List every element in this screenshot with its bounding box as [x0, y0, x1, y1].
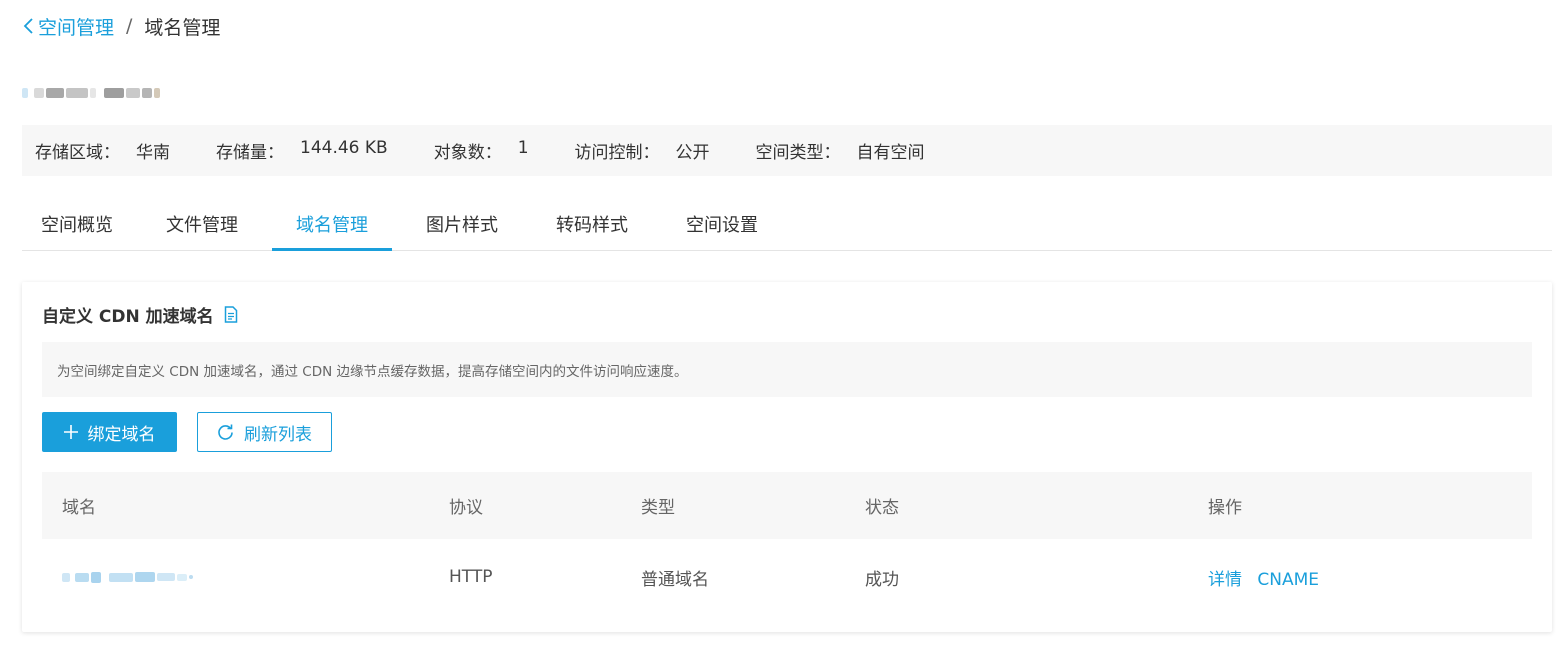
tab-file-management[interactable]: 文件管理: [142, 198, 262, 250]
refresh-list-label: 刷新列表: [244, 424, 312, 445]
info-label: 空间类型：: [755, 143, 841, 163]
bind-domain-button[interactable]: 绑定域名: [42, 412, 177, 452]
tab-overview[interactable]: 空间概览: [22, 198, 132, 250]
info-value: 144.46 KB: [300, 138, 388, 158]
plus-icon: [63, 425, 78, 439]
breadcrumb-back-label: 空间管理: [38, 16, 115, 39]
domain-name-redacted: [62, 571, 193, 583]
header-actions: 操作: [1208, 498, 1242, 518]
info-label: 对象数：: [433, 143, 502, 163]
domain-table: 域名 协议 类型 状态 操作 HTTP 普通域名 成功 详情 CNAME: [42, 472, 1532, 615]
breadcrumb-separator: /: [126, 15, 133, 37]
table-header: 域名 协议 类型 状态 操作: [42, 472, 1532, 539]
tab-bucket-settings[interactable]: 空间设置: [662, 198, 782, 250]
panel-title-text: 自定义 CDN 加速域名: [42, 306, 214, 327]
refresh-icon: [218, 424, 233, 440]
header-protocol: 协议: [449, 498, 483, 518]
info-label: 存储量：: [216, 143, 284, 163]
info-object-count: 对象数： 1: [434, 138, 529, 163]
panel-notice: 为空间绑定自定义 CDN 加速域名，通过 CDN 边缘节点缓存数据，提高存储空间…: [42, 342, 1532, 397]
info-storage: 存储量： 144.46 KB: [216, 138, 388, 163]
info-label: 访问控制：: [574, 143, 660, 163]
breadcrumb-current: 域名管理: [144, 16, 221, 39]
cell-type: 普通域名: [641, 569, 709, 590]
document-icon[interactable]: [224, 305, 238, 323]
tab-transcode-styles[interactable]: 转码样式: [532, 198, 652, 250]
header-domain: 域名: [62, 498, 96, 518]
header-status: 状态: [865, 498, 899, 518]
bind-domain-label: 绑定域名: [87, 424, 156, 445]
bucket-info-bar: 存储区域： 华南 存储量： 144.46 KB 对象数： 1 访问控制： 公开 …: [22, 125, 1552, 176]
bucket-name-redacted: [22, 80, 160, 106]
bucket-tabs: 空间概览 文件管理 域名管理 图片样式 转码样式 空间设置: [22, 198, 1552, 251]
info-access-control: 访问控制： 公开: [575, 138, 710, 163]
header-type: 类型: [641, 498, 675, 518]
cell-protocol: HTTP: [449, 567, 493, 587]
cell-status: 成功: [865, 569, 899, 590]
refresh-list-button[interactable]: 刷新列表: [197, 412, 332, 452]
details-link[interactable]: 详情: [1208, 570, 1242, 590]
cdn-domain-panel: 自定义 CDN 加速域名 为空间绑定自定义 CDN 加速域名，通过 CDN 边缘…: [22, 282, 1552, 632]
tab-image-styles[interactable]: 图片样式: [402, 198, 522, 250]
breadcrumb: 空间管理 / 域名管理: [22, 12, 220, 40]
cname-link[interactable]: CNAME: [1257, 570, 1319, 590]
breadcrumb-back-link[interactable]: 空间管理: [22, 13, 114, 40]
tab-domain-management[interactable]: 域名管理: [272, 198, 392, 251]
info-value: 1: [517, 138, 529, 158]
info-region: 存储区域： 华南: [35, 138, 170, 163]
cell-actions: 详情 CNAME: [1208, 565, 1329, 590]
info-bucket-type: 空间类型： 自有空间: [756, 138, 925, 163]
table-row: HTTP 普通域名 成功 详情 CNAME: [42, 539, 1532, 615]
info-value: 公开: [675, 143, 710, 163]
chevron-left-icon: [23, 18, 33, 34]
info-value: 自有空间: [856, 143, 925, 163]
panel-title: 自定义 CDN 加速域名: [42, 302, 238, 327]
info-label: 存储区域：: [35, 143, 120, 163]
info-value: 华南: [136, 143, 170, 163]
